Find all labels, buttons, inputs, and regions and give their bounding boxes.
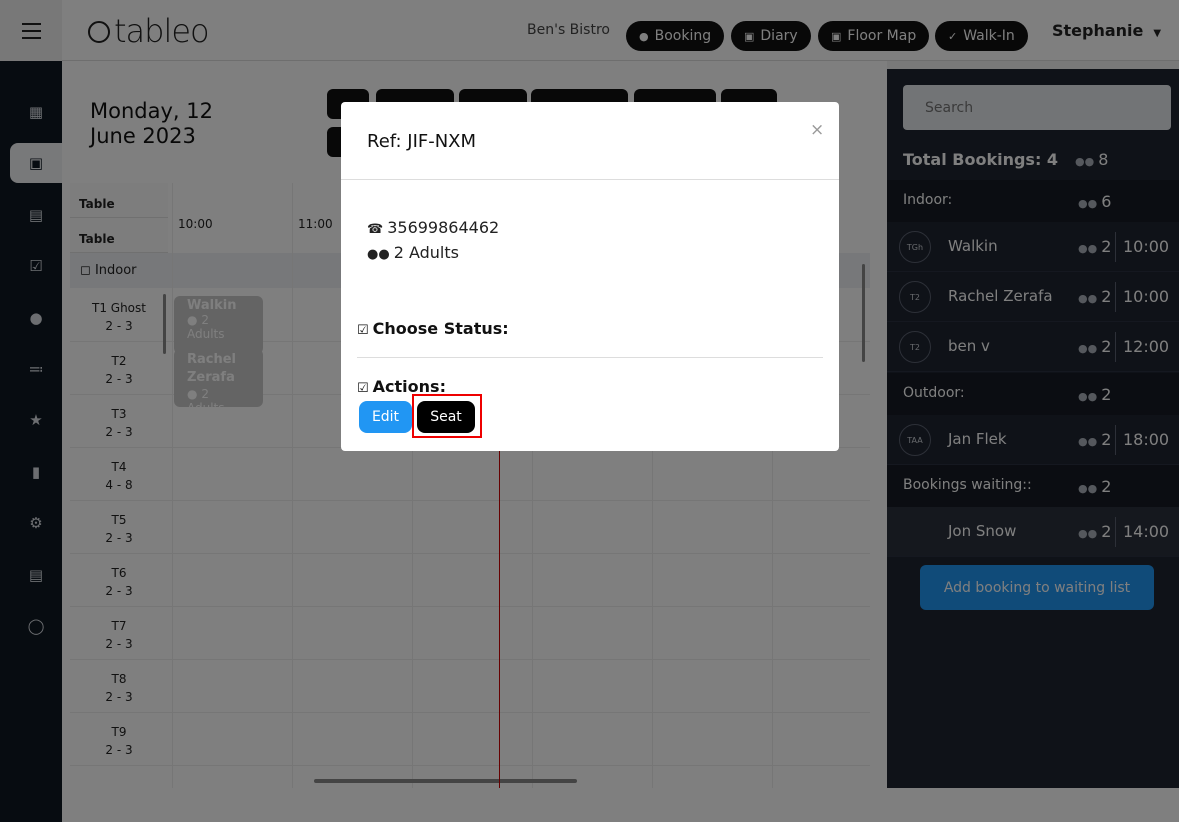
guests-line: ●● 2 Adults [367,243,459,262]
modal-title: Ref: JIF-NXM [367,131,477,152]
seat-highlight-box [412,394,482,438]
edit-button[interactable]: Edit [359,401,412,433]
phone-icon: ☎ [367,222,384,237]
phone-number: 35699864462 [387,218,500,237]
users-icon: ●● [367,247,390,262]
close-icon[interactable]: × [810,120,824,140]
calendar-check-icon: ☑ [357,323,369,338]
calendar-check-icon: ☑ [357,381,369,396]
modal-header: Ref: JIF-NXM × [341,102,839,180]
guest-count: 2 Adults [393,243,459,262]
phone-line: ☎ 35699864462 [367,218,499,237]
status-title-text: Choose Status: [372,319,509,338]
choose-status-title: ☑ Choose Status: [357,319,509,338]
booking-modal: Ref: JIF-NXM × ☎ 35699864462 ●● 2 Adults ☑… [341,102,839,451]
